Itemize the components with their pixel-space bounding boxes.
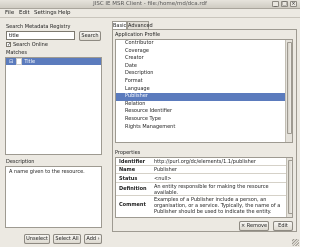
- tab-basic[interactable]: Basic: [112, 21, 127, 29]
- add-label: Add: [86, 236, 97, 242]
- tab-advanced[interactable]: Advanced: [127, 21, 153, 29]
- profile-scrollbar[interactable]: [285, 40, 292, 142]
- description-heading: Description: [6, 159, 35, 165]
- property-value: Examples of a Publisher include a person…: [154, 197, 281, 215]
- property-key: Definition: [119, 186, 147, 192]
- menu-file[interactable]: File: [5, 10, 14, 16]
- profile-item[interactable]: Date: [116, 63, 292, 71]
- document-icon: [15, 58, 22, 65]
- resize-grip-icon[interactable]: [292, 239, 299, 246]
- properties-scrollbar[interactable]: [286, 158, 292, 217]
- search-input[interactable]: [6, 31, 75, 40]
- property-row: Definition An entity responsible for mak…: [116, 183, 286, 196]
- description-panel: A name given to the resource.: [5, 166, 102, 228]
- select-all-button[interactable]: Select All: [53, 234, 81, 244]
- profile-scroll-thumb[interactable]: [287, 42, 292, 134]
- remove-label: Remove: [246, 223, 268, 229]
- profile-item[interactable]: Contributor: [116, 40, 292, 48]
- property-value: http://purl.org/dc/elements/1.1/publishe…: [154, 159, 256, 165]
- description-text: A name given to the resource.: [9, 169, 85, 175]
- profile-item[interactable]: Relation: [116, 101, 292, 109]
- tree-item-label: Title: [24, 59, 36, 65]
- select-all-label: Select All: [55, 236, 79, 242]
- property-value: Publisher: [154, 167, 177, 173]
- unselect-button[interactable]: Unselect: [24, 234, 50, 244]
- profile-item[interactable]: Coverage: [116, 48, 292, 56]
- close-button[interactable]: ×: [290, 1, 297, 7]
- edit-button[interactable]: Edit: [273, 221, 293, 231]
- search-heading: Search Metadata Registry: [6, 24, 71, 30]
- properties-heading: Properties: [115, 150, 141, 156]
- profile-item[interactable]: Creator: [116, 55, 292, 63]
- properties-scroll-thumb[interactable]: [288, 160, 292, 214]
- remove-icon: ×: [240, 223, 246, 229]
- search-online-label: Search Online: [13, 42, 48, 48]
- title-bar: JISC IE MSR Client - file:/home/md/dca.r…: [0, 0, 300, 9]
- menu-settings[interactable]: Settings: [34, 10, 57, 16]
- add-arrow-icon: ›: [97, 236, 100, 242]
- property-value: An entity responsible for making the res…: [154, 184, 269, 196]
- menu-edit[interactable]: Edit: [19, 10, 30, 16]
- maximize-button[interactable]: □: [281, 1, 288, 7]
- profile-list: Contributor Coverage Creator Date Descri…: [115, 39, 293, 143]
- profile-item-selected[interactable]: Publisher: [116, 93, 292, 101]
- profile-item[interactable]: Format: [116, 78, 292, 86]
- matches-tree: ⊟ Title: [5, 57, 102, 155]
- properties-table: Identifier http://purl.org/dc/elements/1…: [115, 157, 293, 218]
- property-key: Identifier: [119, 159, 146, 165]
- property-row: Identifier http://purl.org/dc/elements/1…: [116, 158, 286, 166]
- property-key: Comment: [119, 202, 146, 208]
- profile-item[interactable]: Resource Type: [116, 116, 292, 124]
- unselect-label: Unselect: [26, 236, 48, 242]
- tree-item-title[interactable]: ⊟ Title: [6, 58, 101, 65]
- search-online-checkbox[interactable]: ✓: [6, 42, 11, 48]
- menu-bar: File Edit Settings Help: [0, 9, 300, 18]
- expander-icon[interactable]: ⊟: [9, 59, 13, 65]
- edit-label: Edit: [278, 223, 288, 229]
- add-button[interactable]: Add ›: [84, 234, 102, 244]
- matches-heading: Matches: [6, 50, 27, 56]
- property-row: Comment Examples of a Publisher include …: [116, 196, 286, 217]
- property-value: <null>: [154, 176, 172, 182]
- property-key: Name: [119, 167, 136, 173]
- profile-item[interactable]: Rights Management: [116, 124, 292, 132]
- profile-item[interactable]: Language: [116, 86, 292, 94]
- window-title: JISC IE MSR Client - file:/home/md/dca.r…: [93, 1, 207, 7]
- property-row: Status <null>: [116, 174, 286, 183]
- property-key: Status: [119, 176, 138, 182]
- remove-button[interactable]: × Remove: [239, 221, 269, 231]
- search-button[interactable]: Search: [79, 31, 101, 41]
- profile-item[interactable]: Resource Identifier: [116, 108, 292, 116]
- profile-item[interactable]: Description: [116, 70, 292, 78]
- menu-help[interactable]: Help: [58, 10, 71, 16]
- minimize-button[interactable]: _: [272, 1, 279, 7]
- profile-heading: Application Profile: [115, 32, 161, 38]
- property-row: Name Publisher: [116, 166, 286, 174]
